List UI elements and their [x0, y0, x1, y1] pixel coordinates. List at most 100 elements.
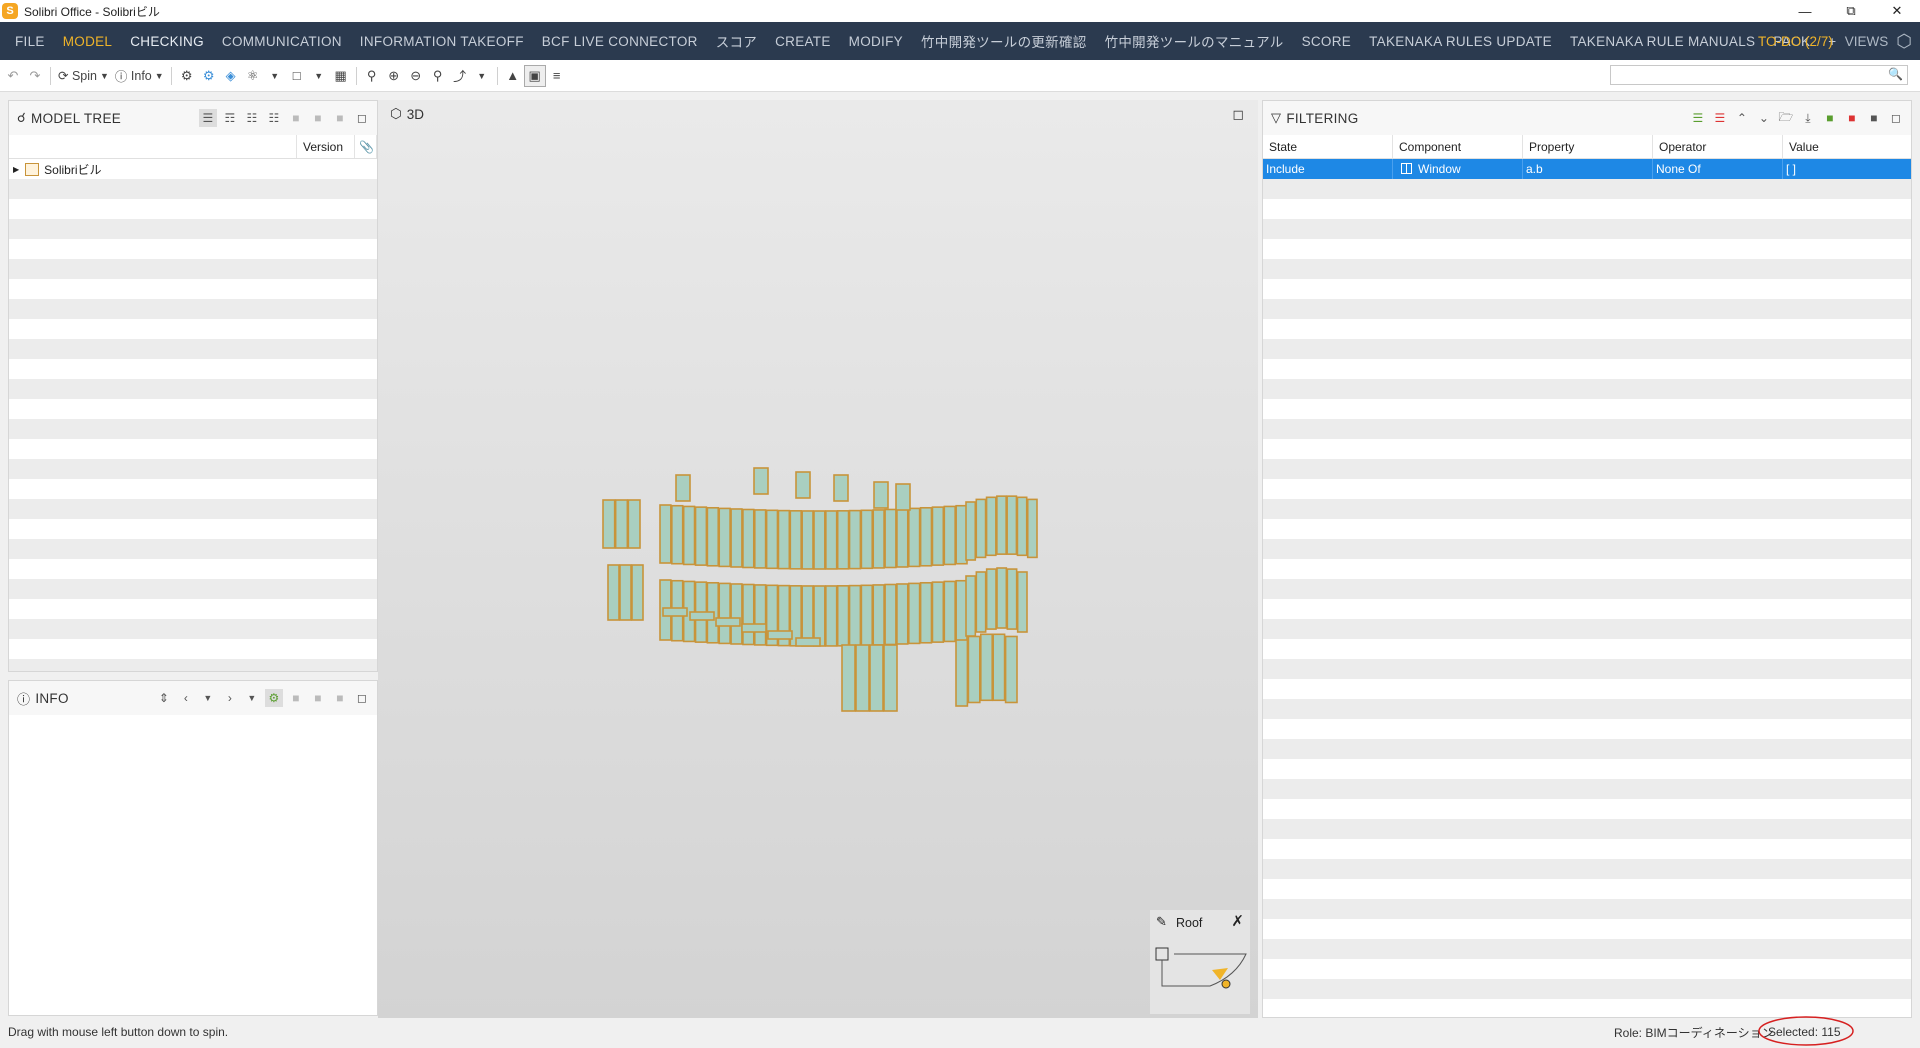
menu-model[interactable]: MODEL [54, 34, 122, 49]
filter-state-cell[interactable]: Include [1263, 159, 1393, 179]
maximize-icon[interactable]: ◻ [1887, 109, 1905, 127]
menu-modify[interactable]: MODIFY [840, 34, 912, 49]
window-element[interactable] [919, 581, 933, 644]
window-element[interactable] [836, 510, 850, 570]
window-element[interactable] [872, 584, 885, 646]
window-element[interactable] [841, 644, 856, 712]
window-element[interactable] [742, 583, 755, 646]
window-element[interactable] [1004, 635, 1018, 704]
window-element[interactable] [955, 639, 969, 707]
window-element[interactable] [753, 467, 769, 495]
window-element[interactable] [931, 506, 945, 566]
window-element[interactable] [789, 510, 802, 570]
tree-paste-icon[interactable]: ■ [309, 109, 327, 127]
window-element[interactable] [675, 474, 691, 502]
window-element[interactable] [884, 583, 897, 646]
window-element[interactable] [985, 568, 997, 630]
window-element[interactable] [975, 498, 987, 559]
window-element[interactable] [1016, 571, 1028, 633]
window-element[interactable] [931, 581, 945, 643]
window-element[interactable] [1016, 496, 1028, 557]
isolate-icon[interactable]: ◈ [220, 65, 242, 87]
zoom-out-icon[interactable]: ⊖ [405, 65, 427, 87]
views-menu[interactable]: VIEWS [1839, 34, 1895, 49]
menu-takenaka-update-check[interactable]: 竹中開発ツールの更新確認 [912, 31, 1096, 51]
window-element[interactable] [795, 637, 821, 647]
slice-icon[interactable]: ▲ [502, 65, 524, 87]
window-element[interactable] [1026, 498, 1038, 559]
window-element[interactable] [813, 510, 826, 570]
window-element[interactable] [965, 501, 977, 561]
close-button[interactable]: ✕ [1874, 0, 1920, 22]
layers-icon[interactable]: ≡ [546, 65, 568, 87]
filter-component-cell[interactable]: Window [1393, 159, 1523, 179]
window-element[interactable] [765, 509, 779, 570]
measure-dropdown-icon[interactable]: ▼ [471, 65, 493, 87]
window-element[interactable] [619, 564, 632, 621]
search-input[interactable]: 🔍 [1610, 65, 1908, 85]
window-element[interactable] [825, 510, 838, 570]
version-column[interactable]: Version [297, 135, 355, 158]
zoom-extents-icon[interactable]: ⚲ [361, 65, 383, 87]
window-element[interactable] [659, 504, 672, 564]
camera-position[interactable] [1221, 979, 1231, 989]
window-element[interactable] [753, 584, 767, 646]
window-element[interactable] [884, 508, 897, 569]
tree-layers-icon[interactable]: ☷ [243, 109, 261, 127]
window-element[interactable] [718, 582, 731, 645]
building-model[interactable] [378, 100, 1258, 1018]
window-element[interactable] [767, 630, 793, 640]
menu-communication[interactable]: COMMUNICATION [213, 34, 351, 49]
filter-property-cell[interactable]: a.b [1523, 159, 1653, 179]
show-components-icon[interactable]: ⚙ [176, 65, 198, 87]
pencil-icon[interactable]: ✎ [1156, 914, 1167, 930]
window-element[interactable] [919, 506, 933, 567]
window-element[interactable] [682, 505, 696, 566]
close-minimap-icon[interactable]: ✗ [1231, 912, 1244, 930]
spin-mode-button[interactable]: ⟳ Spin ▼ [55, 65, 112, 87]
window-element[interactable] [715, 617, 741, 627]
visibility-dropdown-icon[interactable]: ▼ [264, 65, 286, 87]
property-column[interactable]: Property [1523, 135, 1653, 158]
window-element[interactable] [860, 584, 874, 647]
window-element[interactable] [992, 633, 1006, 702]
window-element[interactable] [907, 582, 921, 645]
menu-bcf-live-connector[interactable]: BCF LIVE CONNECTOR [533, 34, 707, 49]
previous-icon[interactable]: ‹ [177, 689, 195, 707]
window-element[interactable] [631, 564, 644, 621]
window-element[interactable] [825, 585, 838, 647]
state-column[interactable]: State [1263, 135, 1393, 158]
menu-checking[interactable]: CHECKING [121, 34, 213, 49]
tree-copy-icon[interactable]: ■ [287, 109, 305, 127]
move-up-icon[interactable]: ⌃ [1733, 109, 1751, 127]
map-icon[interactable]: ▣ [523, 64, 546, 87]
undo-icon[interactable]: ↶ [2, 65, 24, 87]
tree-view-icon[interactable]: ☰ [199, 109, 217, 127]
move-down-icon[interactable]: ⌄ [1755, 109, 1773, 127]
window-element[interactable] [730, 508, 743, 568]
minimize-button[interactable]: — [1782, 0, 1828, 22]
component-column[interactable]: Component [1393, 135, 1523, 158]
restore-button[interactable]: ⧉ [1828, 0, 1874, 22]
filter-row[interactable]: Include Window a.b None Of [ ] [1263, 159, 1911, 179]
window-element[interactable] [742, 508, 755, 569]
add-filter-icon[interactable]: ☰ [1689, 109, 1707, 127]
window-element[interactable] [860, 509, 874, 570]
window-element[interactable] [833, 474, 849, 502]
operator-column[interactable]: Operator [1653, 135, 1783, 158]
remove-filter-icon[interactable]: ☰ [1711, 109, 1729, 127]
window-element[interactable] [741, 623, 767, 633]
window-element[interactable] [801, 510, 814, 570]
window-element[interactable] [895, 483, 911, 511]
todo-indicator[interactable]: TO-DO (2/7) [1752, 34, 1839, 49]
views-icon[interactable]: ⬡ [1894, 31, 1920, 52]
menu-information-takeoff[interactable]: INFORMATION TAKEOFF [351, 34, 533, 49]
window-element[interactable] [979, 633, 993, 702]
zoom-in-icon[interactable]: ⊕ [383, 65, 405, 87]
filter-operator-cell[interactable]: None Of [1653, 159, 1783, 179]
window-element[interactable] [836, 585, 850, 647]
window-element[interactable] [848, 584, 862, 647]
minimap[interactable]: ✎ Roof ✗ [1150, 910, 1250, 1014]
window-element[interactable] [996, 567, 1008, 629]
menu-score-jp[interactable]: スコア [707, 31, 766, 51]
